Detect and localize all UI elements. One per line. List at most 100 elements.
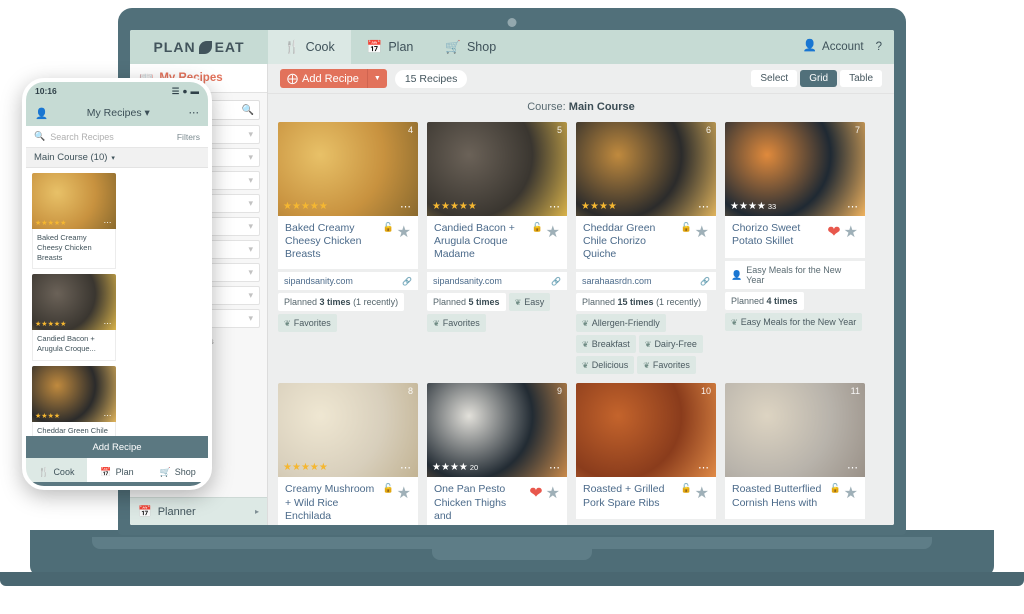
- tab-shop[interactable]: 🛒 Shop: [429, 30, 512, 64]
- recipe-card[interactable]: 11⋯ Roasted Butterflied Cornish Hens with…: [725, 383, 865, 525]
- more-icon[interactable]: ⋯: [188, 107, 199, 119]
- phone-recipe-photo[interactable]: ★★★★★⋯: [32, 274, 116, 330]
- favorite-heart-icon[interactable]: ❤: [529, 483, 542, 503]
- recipe-more-menu-icon[interactable]: ⋯: [549, 464, 561, 472]
- wifi-icon: ●: [182, 86, 187, 96]
- phone-recipe-card[interactable]: ★★★★★⋯Baked Creamy Cheesy Chicken Breast…: [32, 173, 116, 269]
- recipe-rating[interactable]: ★★★★★: [283, 462, 328, 473]
- recipe-more-menu-icon[interactable]: ⋯: [847, 464, 859, 472]
- recipe-tag[interactable]: ❦Allergen-Friendly: [576, 314, 666, 332]
- recipe-tag[interactable]: ❦Favorites: [278, 314, 337, 332]
- recipe-title[interactable]: Baked Creamy Cheesy Chicken Breasts: [285, 222, 378, 261]
- recipe-tag[interactable]: ❦Delicious: [576, 356, 634, 374]
- recipe-card[interactable]: 4★★★★★⋯Baked Creamy Cheesy Chicken Breas…: [278, 122, 418, 374]
- recipe-source[interactable]: sipandsanity.com🔗: [427, 272, 567, 290]
- sidebar-planner-button[interactable]: 📅 Planner ▸: [130, 497, 267, 525]
- phone-recipe-more-icon[interactable]: ⋯: [104, 321, 113, 327]
- view-table-button[interactable]: Table: [840, 70, 882, 87]
- recipe-card[interactable]: 7★★★★33⋯Chorizo Sweet Potato Skillet❤★👤E…: [725, 122, 865, 374]
- recipe-title[interactable]: Roasted + Grilled Pork Spare Ribs: [583, 483, 676, 511]
- phone-recipe-photo[interactable]: ★★★★⋯: [32, 366, 116, 422]
- lock-icon[interactable]: 🔓: [829, 483, 840, 494]
- recipe-rating[interactable]: ★★★★20: [432, 462, 478, 473]
- phone-status-bar: 10:16 ☰ ● ▬: [26, 82, 208, 100]
- recipe-title[interactable]: Chorizo Sweet Potato Skillet: [732, 222, 823, 250]
- add-recipe-button[interactable]: ⨁ Add Recipe ▼: [280, 69, 387, 88]
- recipe-photo[interactable]: 8★★★★★⋯: [278, 383, 418, 477]
- recipe-card[interactable]: 6★★★★⋯Cheddar Green Chile Chorizo Quiche…: [576, 122, 716, 374]
- recipe-tag[interactable]: ❦Breakfast: [576, 335, 636, 353]
- recipe-card[interactable]: 8★★★★★⋯Creamy Mushroom + Wild Rice Enchi…: [278, 383, 418, 525]
- lock-icon[interactable]: 🔓: [680, 483, 691, 494]
- lock-icon[interactable]: 🔓: [680, 222, 691, 233]
- star-toggle-icon[interactable]: ★: [695, 483, 709, 503]
- recipe-title[interactable]: Creamy Mushroom + Wild Rice Enchilada: [285, 483, 378, 522]
- lock-icon[interactable]: 🔓: [382, 483, 393, 494]
- account-button[interactable]: 👤 Account: [803, 41, 864, 53]
- battery-icon: ▬: [191, 86, 200, 96]
- recipe-tag[interactable]: ❦Easy: [509, 293, 551, 311]
- phone-recipe-rating: ★★★★★: [35, 219, 66, 227]
- star-toggle-icon[interactable]: ★: [397, 222, 411, 242]
- recipe-source[interactable]: sipandsanity.com🔗: [278, 272, 418, 290]
- tab-plan[interactable]: 📅 Plan: [351, 30, 430, 64]
- recipe-photo[interactable]: 5★★★★★⋯: [427, 122, 567, 216]
- phone-recipe-card[interactable]: ★★★★★⋯Candied Bacon + Arugula Croque...: [32, 274, 116, 361]
- person-icon[interactable]: 👤: [35, 107, 48, 120]
- lock-icon[interactable]: 🔓: [531, 222, 542, 233]
- recipe-photo[interactable]: 9★★★★20⋯: [427, 383, 567, 477]
- recipe-more-menu-icon[interactable]: ⋯: [847, 203, 859, 211]
- star-toggle-icon[interactable]: ★: [844, 222, 858, 242]
- recipe-source[interactable]: 👤Easy Meals for the New Year: [725, 261, 865, 289]
- star-toggle-icon[interactable]: ★: [844, 483, 858, 503]
- add-recipe-dropdown-caret[interactable]: ▼: [367, 69, 387, 88]
- phone-add-recipe-button[interactable]: Add Recipe: [26, 436, 208, 458]
- phone-header-title[interactable]: My Recipes ▾: [87, 107, 150, 119]
- recipe-more-menu-icon[interactable]: ⋯: [549, 203, 561, 211]
- lock-icon[interactable]: 🔓: [382, 222, 393, 233]
- recipe-rating[interactable]: ★★★★: [581, 201, 617, 212]
- view-select-button[interactable]: Select: [751, 70, 797, 87]
- phone-recipe-more-icon[interactable]: ⋯: [104, 413, 113, 419]
- recipe-photo[interactable]: 4★★★★★⋯: [278, 122, 418, 216]
- star-toggle-icon[interactable]: ★: [695, 222, 709, 242]
- view-grid-button[interactable]: Grid: [800, 70, 837, 87]
- recipe-photo[interactable]: 11⋯: [725, 383, 865, 477]
- recipe-more-menu-icon[interactable]: ⋯: [698, 203, 710, 211]
- recipe-rating[interactable]: ★★★★33: [730, 201, 776, 212]
- recipe-more-menu-icon[interactable]: ⋯: [400, 203, 412, 211]
- recipe-title[interactable]: One Pan Pesto Chicken Thighs and: [434, 483, 525, 522]
- phone-search-bar[interactable]: 🔍 Search Recipes Filters: [26, 126, 208, 148]
- phone-recipe-photo[interactable]: ★★★★★ ⋯: [32, 173, 116, 229]
- recipe-card[interactable]: 9★★★★20⋯One Pan Pesto Chicken Thighs and…: [427, 383, 567, 525]
- phone-recipe-more-icon[interactable]: ⋯: [104, 220, 113, 226]
- star-toggle-icon[interactable]: ★: [546, 483, 560, 503]
- brand-logo[interactable]: PLAN EAT: [130, 30, 268, 64]
- recipe-rating[interactable]: ★★★★★: [432, 201, 477, 212]
- favorite-heart-icon[interactable]: ❤: [827, 222, 840, 242]
- star-toggle-icon[interactable]: ★: [546, 222, 560, 242]
- recipe-photo[interactable]: 10⋯: [576, 383, 716, 477]
- recipe-more-menu-icon[interactable]: ⋯: [698, 464, 710, 472]
- phone-status-time: 10:16: [35, 86, 57, 96]
- recipe-title[interactable]: Cheddar Green Chile Chorizo Quiche: [583, 222, 676, 261]
- recipe-photo[interactable]: 6★★★★⋯: [576, 122, 716, 216]
- recipe-photo[interactable]: 7★★★★33⋯: [725, 122, 865, 216]
- recipe-tag[interactable]: ❦Favorites: [427, 314, 486, 332]
- phone-course-selector[interactable]: Main Course (10) ▾: [26, 148, 208, 168]
- recipe-title[interactable]: Roasted Butterflied Cornish Hens with: [732, 483, 825, 511]
- phone-filters-button[interactable]: Filters: [177, 132, 200, 142]
- help-button[interactable]: ?: [876, 41, 882, 53]
- recipe-source[interactable]: sarahaasrdn.com🔗: [576, 272, 716, 290]
- recipe-card[interactable]: 5★★★★★⋯Candied Bacon + Arugula Croque Ma…: [427, 122, 567, 374]
- recipe-title[interactable]: Candied Bacon + Arugula Croque Madame: [434, 222, 527, 261]
- recipe-tag[interactable]: ❦Easy Meals for the New Year: [725, 313, 862, 331]
- recipe-rating[interactable]: ★★★★★: [283, 201, 328, 212]
- star-toggle-icon[interactable]: ★: [397, 483, 411, 503]
- recipe-tag[interactable]: ❦Favorites: [637, 356, 696, 374]
- tab-cook[interactable]: 🍴 Cook: [268, 30, 351, 64]
- app-top-bar: PLAN EAT 🍴 Cook 📅 Plan 🛒 Shop: [130, 30, 894, 64]
- recipe-tag[interactable]: ❦Dairy-Free: [639, 335, 703, 353]
- recipe-card[interactable]: 10⋯ Roasted + Grilled Pork Spare Ribs 🔓 ★: [576, 383, 716, 525]
- recipe-more-menu-icon[interactable]: ⋯: [400, 464, 412, 472]
